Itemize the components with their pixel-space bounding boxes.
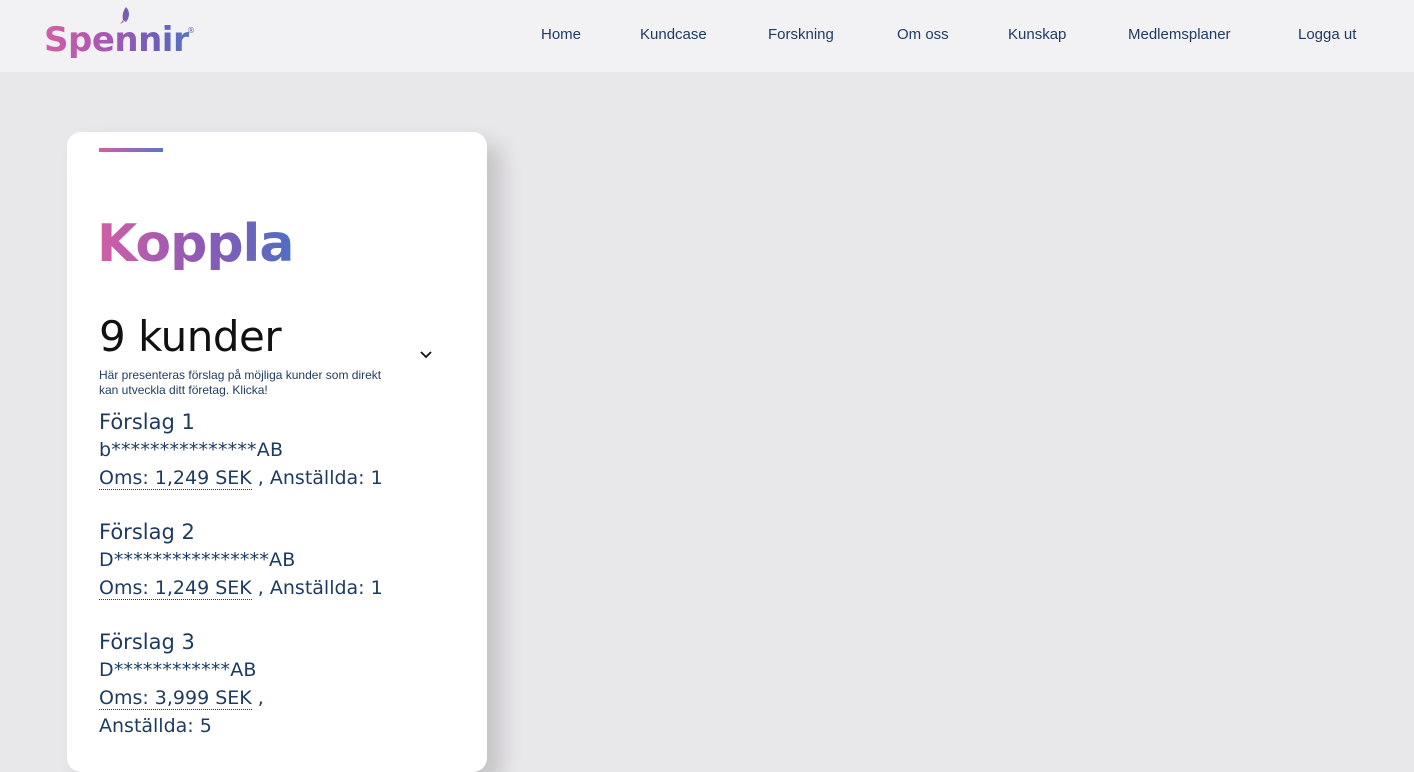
company-name: b***************AB (99, 439, 284, 461)
card-description: Här presenteras förslag på möjliga kunde… (99, 368, 382, 397)
main-nav: Home Kundcase Forskning Om oss Kunskap M… (0, 0, 1414, 72)
nav-item-logga-ut[interactable]: Logga ut (1298, 26, 1356, 43)
nav-item-kundcase[interactable]: Kundcase (640, 26, 707, 43)
nav-item-home[interactable]: Home (541, 26, 581, 43)
suggestion-item[interactable]: Förslag 2 D****************AB Oms: 1,249… (99, 518, 439, 628)
revenue-link[interactable]: Oms: 3,999 SEK (99, 687, 252, 710)
suggestion-meta: Oms: 1,249 SEK , Anställda: 1 (99, 577, 383, 600)
suggestion-list: Förslag 1 b***************AB Oms: 1,249 … (99, 408, 439, 738)
suggestion-meta: Oms: 3,999 SEK , Anställda: 5 (99, 687, 264, 737)
nav-item-forskning[interactable]: Forskning (768, 26, 834, 43)
company-name: D************AB (99, 659, 257, 681)
nav-item-kunskap[interactable]: Kunskap (1008, 26, 1066, 43)
company-name: D****************AB (99, 549, 296, 571)
suggestion-item[interactable]: Förslag 1 b***************AB Oms: 1,249 … (99, 408, 439, 518)
chevron-down-icon[interactable] (419, 350, 433, 360)
meta-separator: , (251, 687, 264, 709)
suggestion-item[interactable]: Förslag 3 D************AB Oms: 3,999 SEK… (99, 628, 439, 738)
customer-count: 9 kunder (99, 312, 282, 361)
card-title: Koppla (97, 214, 294, 274)
nav-item-medlemsplaner[interactable]: Medlemsplaner (1128, 26, 1231, 43)
employees-count: Anställda: 5 (99, 715, 212, 737)
revenue-link[interactable]: Oms: 1,249 SEK (99, 577, 252, 600)
employees-count: Anställda: 1 (269, 577, 383, 599)
koppla-card: Koppla 9 kunder Här presenteras förslag … (67, 132, 487, 772)
nav-item-om-oss[interactable]: Om oss (897, 26, 949, 43)
revenue-link[interactable]: Oms: 1,249 SEK (99, 467, 252, 490)
meta-separator: , (251, 467, 270, 489)
meta-separator: , (251, 577, 270, 599)
suggestion-title: Förslag 2 (99, 520, 195, 544)
employees-count: Anställda: 1 (269, 467, 383, 489)
accent-bar (99, 148, 163, 152)
suggestion-title: Förslag 1 (99, 410, 195, 434)
top-navigation-bar: Spennir ® Home Kundcase Forskning Om oss… (0, 0, 1414, 72)
suggestion-title: Förslag 3 (99, 630, 195, 654)
suggestion-meta: Oms: 1,249 SEK , Anställda: 1 (99, 467, 383, 490)
